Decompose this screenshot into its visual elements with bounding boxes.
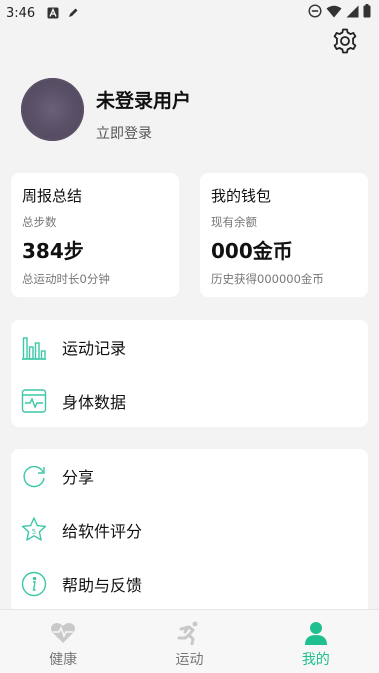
heart-monitor-icon <box>20 387 48 415</box>
list-item-label: 给软件评分 <box>62 522 143 541</box>
tab-exercise[interactable]: 运动 <box>126 610 252 673</box>
status-right-icons <box>308 4 371 22</box>
list-item-exercise-records[interactable]: 运动记录 <box>11 320 368 374</box>
list-item-label: 身体数据 <box>62 393 127 412</box>
svg-text:5: 5 <box>32 528 36 536</box>
battery-icon <box>363 4 371 22</box>
wifi-icon <box>326 5 342 22</box>
list-item-label: 运动记录 <box>62 339 127 358</box>
tab-health[interactable]: 健康 <box>0 610 126 673</box>
weekly-summary-card[interactable]: 周报总结 总步数 384步 总运动时长0分钟 <box>11 173 179 297</box>
dnd-icon <box>308 4 322 22</box>
bottom-nav: 健康 运动 我的 <box>0 609 379 673</box>
bar-chart-icon <box>20 333 48 361</box>
tab-mine[interactable]: 我的 <box>253 610 379 673</box>
profile-screen: 3:46 未登录用户 立即登录 周报总结 总步数 384步 总运动时长0分钟 我… <box>0 0 379 673</box>
tab-exercise-label: 运动 <box>175 652 204 668</box>
avatar[interactable] <box>21 78 84 141</box>
running-icon <box>175 620 203 646</box>
tab-health-label: 健康 <box>49 652 78 668</box>
list-item-share[interactable]: 分享 <box>11 449 368 503</box>
signal-icon <box>346 5 359 22</box>
list-item-label: 帮助与反馈 <box>62 576 143 595</box>
total-steps-label: 总步数 <box>22 215 57 229</box>
list-item-label: 分享 <box>62 468 95 487</box>
pen-icon <box>67 7 79 19</box>
heart-pulse-icon <box>49 620 77 646</box>
info-icon <box>20 570 48 598</box>
status-time: 3:46 <box>6 5 36 21</box>
more-panel: 分享 5 给软件评分 帮助与反馈 <box>11 449 368 609</box>
total-steps-value: 384步 <box>22 239 84 263</box>
balance-value: 000金币 <box>211 239 293 263</box>
user-name: 未登录用户 <box>96 90 192 112</box>
total-duration-text: 总运动时长0分钟 <box>22 272 110 286</box>
status-bar: 3:46 <box>0 0 379 26</box>
star-rating-icon: 5 <box>20 516 48 544</box>
wallet-card[interactable]: 我的钱包 现有余额 000金币 历史获得000000金币 <box>200 173 368 297</box>
records-panel: 运动记录 身体数据 <box>11 320 368 427</box>
gear-icon <box>331 27 359 59</box>
list-item-rate-app[interactable]: 5 给软件评分 <box>11 503 368 557</box>
person-icon <box>302 620 330 646</box>
coin-history-text: 历史获得000000金币 <box>211 272 324 286</box>
wallet-title: 我的钱包 <box>211 187 272 205</box>
settings-button[interactable] <box>329 27 361 59</box>
login-link[interactable]: 立即登录 <box>96 123 152 143</box>
list-item-help-feedback[interactable]: 帮助与反馈 <box>11 557 368 609</box>
tab-mine-label: 我的 <box>301 652 330 668</box>
list-item-body-data[interactable]: 身体数据 <box>11 374 368 427</box>
weekly-summary-title: 周报总结 <box>22 187 83 205</box>
a-notification-icon <box>47 7 59 19</box>
balance-label: 现有余额 <box>211 215 257 229</box>
share-icon <box>20 462 48 490</box>
